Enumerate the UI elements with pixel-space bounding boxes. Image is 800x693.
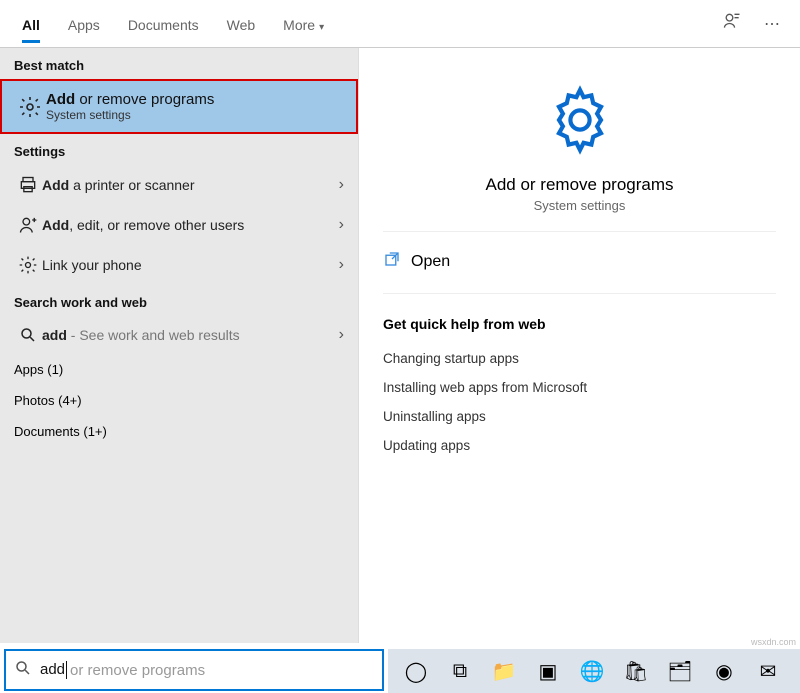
preview-hero: Add or remove programs System settings bbox=[383, 68, 776, 232]
tab-more[interactable]: More▾ bbox=[269, 5, 338, 43]
photos-count[interactable]: Photos (4+) bbox=[0, 385, 358, 416]
settings-item-link-phone[interactable]: Link your phone › bbox=[0, 245, 358, 285]
search-value: add bbox=[40, 661, 67, 679]
results-pane: Best match Add or remove programs System… bbox=[0, 48, 358, 643]
files-icon[interactable]: 🗂 bbox=[664, 655, 696, 687]
chevron-right-icon: › bbox=[339, 176, 344, 194]
apps-count[interactable]: Apps (1) bbox=[0, 354, 358, 385]
taskbar: ◯ ⧉ 📁 ▣ 🌐 🛍 🗂 ◉ ✉ bbox=[388, 649, 800, 693]
search-web-header: Search work and web bbox=[0, 285, 358, 316]
printer-icon bbox=[14, 175, 42, 195]
open-action[interactable]: Open bbox=[383, 232, 776, 294]
gear-icon bbox=[544, 84, 616, 156]
search-icon bbox=[14, 326, 42, 344]
settings-header: Settings bbox=[0, 134, 358, 165]
edge-icon[interactable]: 🌐 bbox=[576, 655, 608, 687]
chrome-icon[interactable]: ◉ bbox=[708, 655, 740, 687]
open-icon bbox=[383, 250, 401, 273]
tab-apps[interactable]: Apps bbox=[54, 5, 114, 43]
person-icon bbox=[14, 215, 42, 235]
preview-pane: Add or remove programs System settings O… bbox=[358, 48, 800, 643]
mail-icon[interactable]: ✉ bbox=[752, 655, 784, 687]
settings-item-add-users[interactable]: Add, edit, or remove other users › bbox=[0, 205, 358, 245]
documents-count[interactable]: Documents (1+) bbox=[0, 416, 358, 447]
chevron-right-icon: › bbox=[339, 216, 344, 234]
app-icon[interactable]: ▣ bbox=[532, 655, 564, 687]
chevron-right-icon: › bbox=[339, 256, 344, 274]
settings-item-add-printer[interactable]: Add a printer or scanner › bbox=[0, 165, 358, 205]
search-icon bbox=[14, 659, 32, 682]
help-item[interactable]: Updating apps bbox=[383, 431, 776, 460]
preview-title: Add or remove programs bbox=[383, 175, 776, 195]
open-label: Open bbox=[411, 253, 450, 271]
best-match-subtitle: System settings bbox=[46, 108, 344, 122]
search-input[interactable]: add or remove programs bbox=[4, 649, 384, 691]
preview-subtitle: System settings bbox=[383, 198, 776, 213]
help-item[interactable]: Uninstalling apps bbox=[383, 402, 776, 431]
best-match-header: Best match bbox=[0, 48, 358, 79]
help-item[interactable]: Installing web apps from Microsoft bbox=[383, 373, 776, 402]
tab-documents[interactable]: Documents bbox=[114, 5, 213, 43]
help-item[interactable]: Changing startup apps bbox=[383, 344, 776, 373]
quick-help-header: Get quick help from web bbox=[383, 316, 776, 332]
best-match-item[interactable]: Add or remove programs System settings bbox=[0, 79, 358, 134]
gear-icon bbox=[14, 95, 46, 119]
best-match-title: Add or remove programs bbox=[46, 91, 344, 108]
search-placeholder: or remove programs bbox=[70, 662, 205, 679]
watermark: wsxdn.com bbox=[751, 637, 796, 647]
taskview-icon[interactable]: ⧉ bbox=[444, 655, 476, 687]
tab-web[interactable]: Web bbox=[213, 5, 270, 43]
more-icon[interactable]: ⋯ bbox=[752, 14, 792, 34]
tab-all[interactable]: All bbox=[8, 5, 54, 43]
search-web-item[interactable]: add - See work and web results › bbox=[0, 316, 358, 354]
chevron-down-icon: ▾ bbox=[319, 22, 324, 33]
cortana-icon[interactable]: ◯ bbox=[400, 655, 432, 687]
store-icon[interactable]: 🛍 bbox=[620, 655, 652, 687]
gear-icon bbox=[14, 255, 42, 275]
feedback-icon[interactable] bbox=[712, 11, 752, 36]
tabs-bar: All Apps Documents Web More▾ ⋯ bbox=[0, 0, 800, 48]
explorer-icon[interactable]: 📁 bbox=[488, 655, 520, 687]
chevron-right-icon: › bbox=[339, 326, 344, 344]
